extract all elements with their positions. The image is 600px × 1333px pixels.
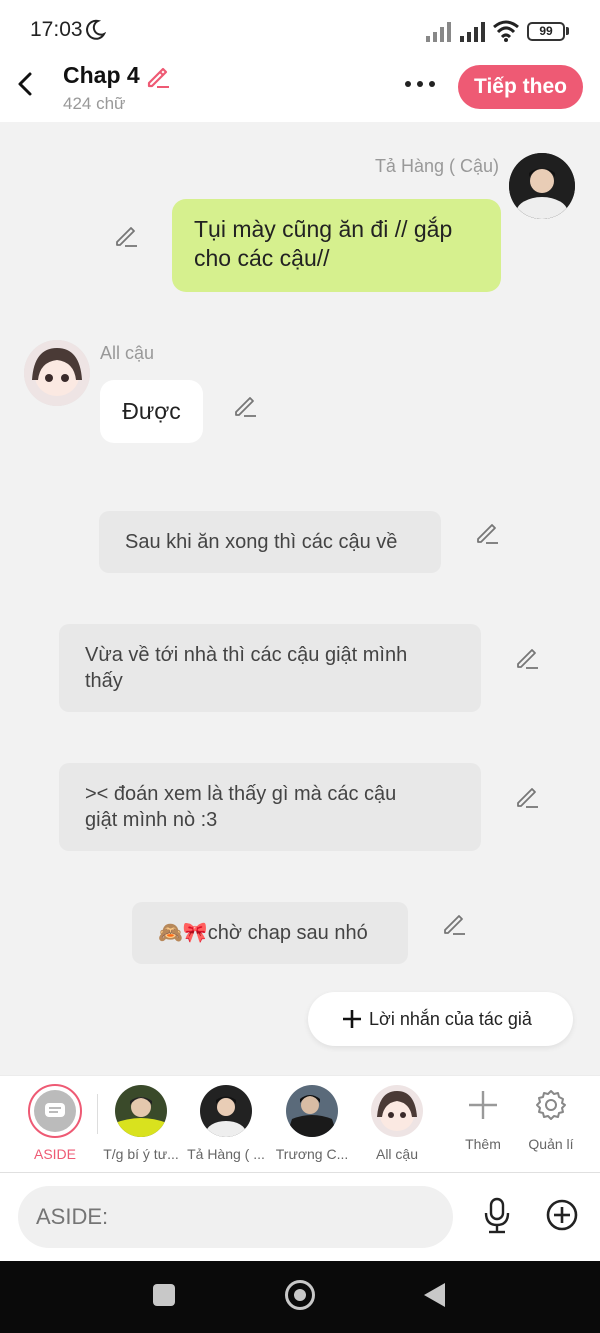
message-line: cho các cậu// <box>194 245 330 271</box>
moon-icon <box>86 19 106 40</box>
edit-message-icon[interactable] <box>113 222 139 248</box>
plus-icon <box>343 1010 361 1028</box>
character-label: T/g bí ý tư... <box>103 1146 179 1162</box>
avatar-all-cau[interactable] <box>24 340 90 406</box>
aside-line: giật mình nò :3 <box>85 809 218 831</box>
aside-line: Vừa về tới nhà thì các cậu giật mình <box>85 644 408 666</box>
aside-bubble[interactable]: >< đoán xem là thấy gì mà các cậu giật m… <box>59 763 481 851</box>
aside-bubble[interactable]: Vừa về tới nhà thì các cậu giật mình thấ… <box>59 624 481 712</box>
avatar-image <box>200 1085 252 1137</box>
chapter-header: Chap 4 424 chữ Tiếp theo <box>0 60 600 122</box>
more-options-icon[interactable] <box>402 74 438 94</box>
manage-characters-button[interactable]: Quản lí <box>516 1076 586 1174</box>
message-line: Tụi mày cũng ăn đi // gắp <box>194 216 453 242</box>
aside-avatar <box>34 1090 76 1132</box>
character-label: All cậu <box>375 1146 419 1162</box>
signal-icon-2 <box>460 22 485 42</box>
home-icon[interactable] <box>285 1280 315 1310</box>
character-avatar <box>371 1085 423 1137</box>
sender-name: All cậu <box>100 343 155 363</box>
battery-tip <box>566 27 569 35</box>
avatar-image <box>24 340 90 406</box>
gear-icon <box>536 1090 566 1120</box>
avatar-image <box>115 1085 167 1137</box>
aside-line: Sau khi ăn xong thì các cậu về <box>125 531 398 553</box>
author-note-button[interactable]: Lời nhắn của tác giả <box>308 992 573 1046</box>
character-label: Tả Hàng ( ... <box>187 1146 265 1162</box>
edit-aside-icon[interactable] <box>441 910 467 936</box>
status-bar: 17:03 99 <box>0 0 600 60</box>
avatar-ta-hang[interactable] <box>509 153 575 219</box>
character-item[interactable]: Trương C... <box>269 1076 355 1174</box>
add-character-label: Thêm <box>465 1136 501 1152</box>
edit-aside-icon[interactable] <box>514 783 540 809</box>
aside-line: >< đoán xem là thấy gì mà các cậu <box>85 783 397 805</box>
avatar-image <box>509 153 575 219</box>
edit-aside-icon[interactable] <box>514 644 540 670</box>
system-back-icon[interactable] <box>424 1283 445 1307</box>
message-bubble[interactable]: Tụi mày cũng ăn đi // gắp cho các cậu// <box>172 199 501 292</box>
battery-indicator: 99 <box>527 22 565 41</box>
edit-aside-icon[interactable] <box>474 519 500 545</box>
avatar-image <box>286 1085 338 1137</box>
edit-title-icon[interactable] <box>145 63 171 89</box>
system-nav-bar <box>0 1261 600 1333</box>
character-item[interactable]: T/g bí ý tư... <box>98 1076 184 1174</box>
aside-bubble[interactable]: Sau khi ăn xong thì các cậu về <box>99 511 441 573</box>
character-avatar <box>115 1085 167 1137</box>
character-item[interactable]: All cậu <box>354 1076 440 1174</box>
message-input[interactable] <box>18 1186 453 1248</box>
plus-icon <box>469 1091 497 1119</box>
aside-character-button[interactable] <box>28 1084 82 1138</box>
character-item[interactable]: Tả Hàng ( ... <box>183 1076 269 1174</box>
message-bubble[interactable]: Được <box>100 380 203 443</box>
recent-apps-icon[interactable] <box>153 1284 175 1306</box>
add-character-button[interactable]: Thêm <box>448 1076 518 1174</box>
microphone-icon[interactable] <box>482 1197 512 1235</box>
aside-character-label: ASIDE <box>33 1146 76 1162</box>
aside-line: thấy <box>85 670 123 692</box>
aside-bubble[interactable]: 🙈🎀chờ chap sau nhó <box>132 902 408 964</box>
signal-icon <box>426 22 451 42</box>
wifi-icon <box>493 20 519 42</box>
word-count: 424 chữ <box>63 94 126 113</box>
back-icon[interactable] <box>14 70 36 98</box>
character-label: Trương C... <box>275 1146 349 1162</box>
input-row <box>0 1173 600 1261</box>
author-note-label: Lời nhắn của tác giả <box>369 1009 532 1029</box>
add-circle-icon[interactable] <box>545 1198 579 1232</box>
character-avatar <box>286 1085 338 1137</box>
manage-characters-label: Quản lí <box>528 1136 574 1152</box>
character-avatar <box>200 1085 252 1137</box>
next-button[interactable]: Tiếp theo <box>458 65 583 109</box>
sender-name: Tả Hàng ( Cậu) <box>374 156 499 176</box>
chapter-title[interactable]: Chap 4 <box>63 62 140 89</box>
avatar-image <box>371 1085 423 1137</box>
chat-bubble-icon <box>45 1103 65 1117</box>
character-bar: ASIDE T/g bí ý tư... Tả Hàng ( ... Trươn… <box>0 1075 600 1173</box>
chat-area: Tả Hàng ( Cậu) Tụi mày cũng ăn đi // gắp… <box>0 122 600 1075</box>
edit-message-icon[interactable] <box>232 392 258 418</box>
status-time: 17:03 <box>30 18 83 41</box>
aside-line: 🙈🎀chờ chap sau nhó <box>158 922 368 944</box>
